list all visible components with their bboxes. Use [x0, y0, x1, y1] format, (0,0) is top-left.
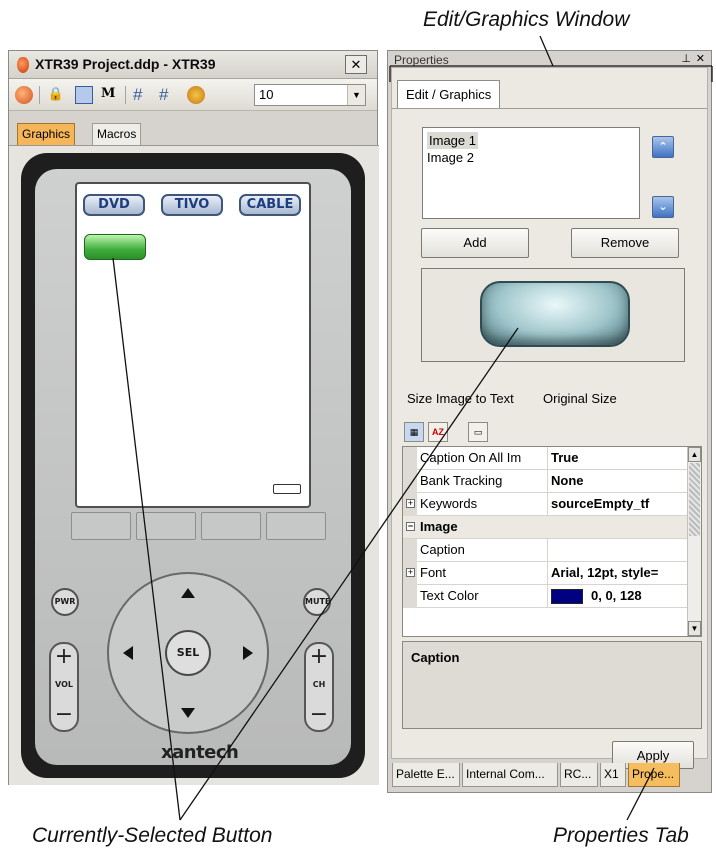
- callout-line-properties-tab: [626, 767, 655, 821]
- callout-lines: [112, 35, 713, 821]
- callout-line-edit-window: [539, 35, 554, 67]
- callout-line-selected-button-2: [179, 327, 519, 821]
- callout-line-selected-button-1: [112, 257, 181, 821]
